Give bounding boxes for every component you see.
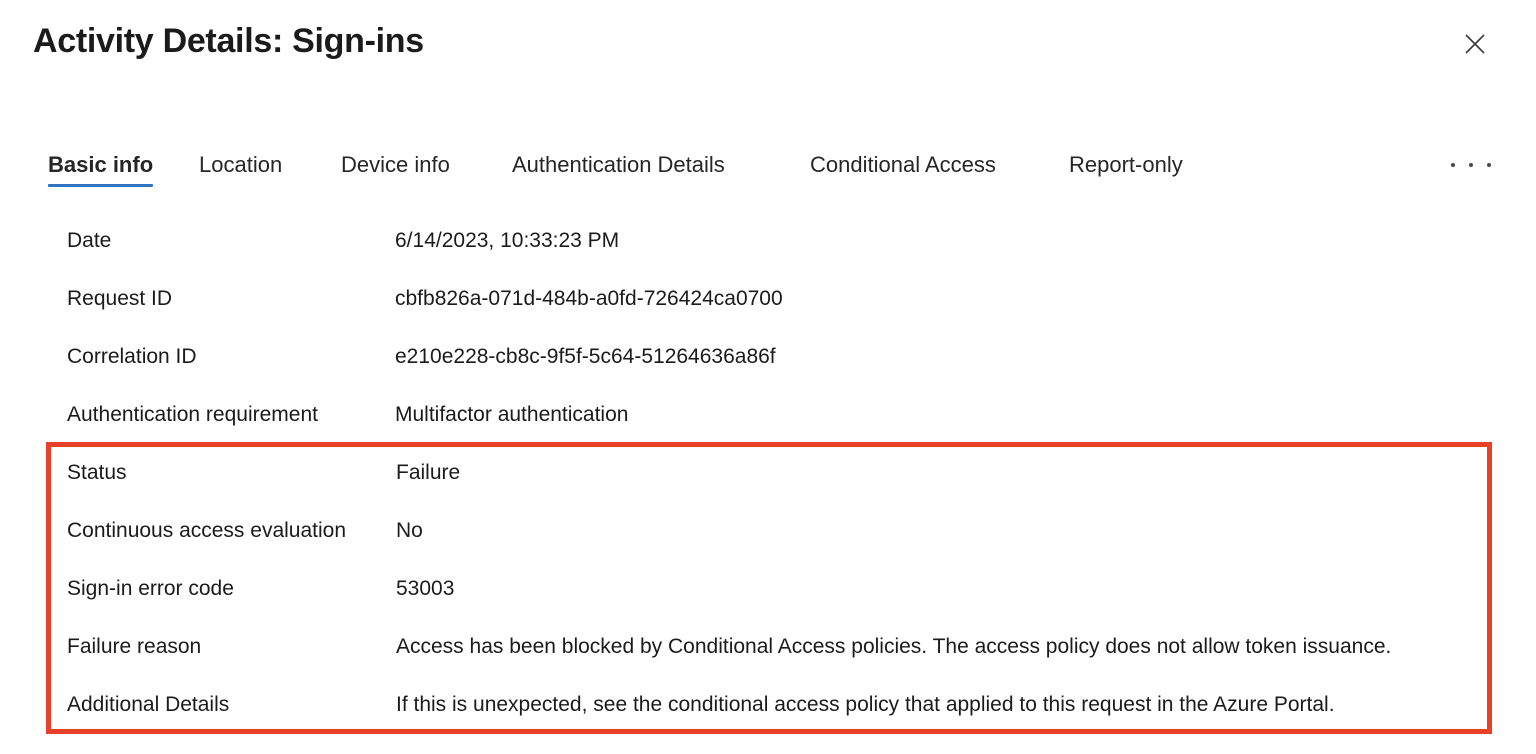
detail-row: Authentication requirement Multifactor au… (0, 386, 1536, 444)
detail-value: Access has been blocked by Conditional A… (396, 635, 1392, 658)
details-list: Date 6/14/2023, 10:33:23 PM Request ID cbfb… (0, 212, 1536, 734)
detail-label: Request ID (67, 287, 173, 310)
detail-row: Status Failure (0, 444, 1536, 502)
detail-value: 53003 (396, 577, 455, 600)
ellipsis-icon-dot-1 (1451, 163, 1455, 167)
tab-overflow-button[interactable] (1451, 148, 1491, 182)
detail-row: Continuous access evaluation No (0, 502, 1536, 560)
detail-value: No (396, 519, 423, 542)
detail-label: Status (67, 461, 127, 484)
tab-bar: Basic info Location Device info Authenticat… (0, 140, 1536, 196)
ellipsis-icon-dot-2 (1469, 163, 1473, 167)
detail-row: Failure reason Access has been blocked by… (0, 618, 1536, 676)
detail-row: Correlation ID e210e228-cb8c-9f5f-5c64-51… (0, 328, 1536, 386)
detail-label: Sign-in error code (67, 577, 234, 600)
detail-label: Correlation ID (67, 345, 197, 368)
tab-authentication-details[interactable]: Authentication Details (512, 140, 725, 190)
detail-value: e210e228-cb8c-9f5f-5c64-51264636a86f (395, 345, 776, 368)
detail-value: Failure (396, 461, 461, 484)
tab-basic-info[interactable]: Basic info (48, 140, 154, 190)
tab-report-only[interactable]: Report-only (1069, 140, 1183, 190)
tab-active-underline (48, 184, 154, 187)
detail-value: cbfb826a-071d-484b-a0fd-726424ca0700 (395, 287, 783, 310)
close-button[interactable] (1456, 25, 1494, 63)
detail-row: Date 6/14/2023, 10:33:23 PM (0, 212, 1536, 270)
detail-value: 6/14/2023, 10:33:23 PM (395, 229, 620, 252)
detail-label: Additional Details (67, 693, 230, 716)
page-title: Activity Details: Sign-ins (33, 22, 424, 60)
ellipsis-icon-dot-3 (1487, 163, 1491, 167)
detail-label: Failure reason (67, 635, 202, 658)
tab-location[interactable]: Location (199, 140, 282, 190)
detail-row: Request ID cbfb826a-071d-484b-a0fd-726424… (0, 270, 1536, 328)
detail-label: Authentication requirement (67, 403, 318, 426)
close-icon (1463, 32, 1487, 56)
detail-row: Additional Details If this is unexpected,… (0, 676, 1536, 734)
tab-device-info[interactable]: Device info (341, 140, 450, 190)
detail-value: If this is unexpected, see the condition… (396, 693, 1335, 716)
detail-value: Multifactor authentication (395, 403, 629, 426)
tab-conditional-access[interactable]: Conditional Access (810, 140, 996, 190)
panel-header: Activity Details: Sign-ins (0, 0, 1536, 96)
detail-label: Date (67, 229, 112, 252)
detail-label: Continuous access evaluation (67, 519, 347, 542)
detail-row: Sign-in error code 53003 (0, 560, 1536, 618)
